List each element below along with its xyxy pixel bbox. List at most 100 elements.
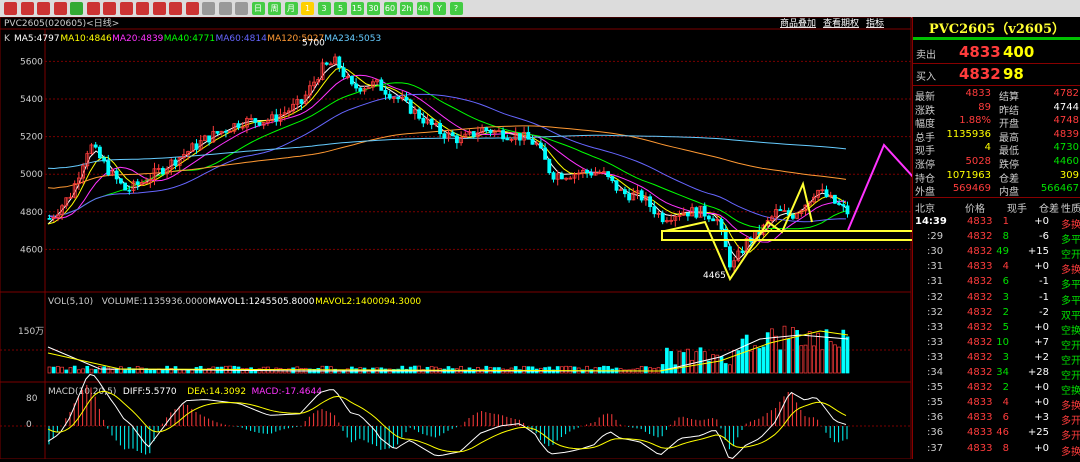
period-30m-button[interactable]: 30 <box>367 2 380 15</box>
stat-row: 外盘 569469 内盘 566467 <box>913 182 1080 198</box>
volume-bar <box>161 369 165 374</box>
top-links[interactable]: 商品叠加 查看期权 指标 <box>780 17 884 29</box>
candle-body <box>694 207 699 218</box>
volume-bar <box>64 369 69 374</box>
tick-nature: 多平 <box>1061 235 1080 247</box>
volume-bar <box>102 366 106 374</box>
period-label: 30 <box>368 4 379 13</box>
zoom-out-icon[interactable] <box>103 2 116 15</box>
tick-volume: 1 <box>1002 216 1009 227</box>
tick-oi-change: +0 <box>1034 397 1049 409</box>
kline-icon[interactable] <box>235 2 248 15</box>
tick-row[interactable]: :33 4832 5 +0 空换 <box>913 321 1080 337</box>
candle-body <box>324 62 329 65</box>
tick-row[interactable]: :36 4833 6 +3 多开 <box>913 411 1080 427</box>
tick-volume: 3 <box>1002 291 1009 303</box>
tick-row[interactable]: :32 4832 2 -2 双平 <box>913 306 1080 322</box>
ma-legend-item: MA60:4814 <box>216 34 268 44</box>
kline-chart-area[interactable]: PVC2605(020605)<日线> K MA5:4797 MA10:4846 M… <box>0 16 961 460</box>
home-icon[interactable] <box>4 2 17 15</box>
candle-body <box>194 143 199 150</box>
macd-tick-label: 0 <box>26 420 32 430</box>
period-label: 3 <box>321 4 327 13</box>
stat-value: 4839 <box>1053 128 1079 140</box>
period-label: Y <box>437 4 442 13</box>
volume-bar <box>484 365 489 374</box>
tick-row[interactable]: :37 4833 8 +0 多换 <box>913 442 1080 458</box>
period-4h-button[interactable]: 4h <box>416 2 430 15</box>
candle-body <box>505 138 510 141</box>
tick-volume: 6 <box>1002 412 1009 424</box>
tick-nature: 多开 <box>1061 431 1080 443</box>
tick-time: :36 <box>927 412 944 424</box>
tick-oi-change: -1 <box>1039 276 1049 288</box>
candle-body <box>639 190 644 201</box>
zoom-in-icon[interactable] <box>86 2 100 15</box>
pen-icon[interactable] <box>119 2 133 15</box>
tick-row[interactable]: :33 4832 10 +7 空开 <box>913 336 1080 352</box>
ruler-icon[interactable] <box>152 2 166 15</box>
tick-row[interactable]: :31 4833 4 +0 多换 <box>913 260 1080 276</box>
ma-legend-item: MA234:5053 <box>324 34 381 44</box>
tick-row[interactable]: :33 4832 3 +2 空开 <box>913 351 1080 367</box>
tick-time: :34 <box>927 367 944 378</box>
tick-row[interactable]: :35 4833 4 +0 多换 <box>913 396 1080 412</box>
period-month-button[interactable]: 月 <box>284 2 298 15</box>
tick-row[interactable]: :35 4832 2 +0 空换 <box>913 381 1080 397</box>
tick-row[interactable]: 14:39 4833 1 +0 多换 <box>913 215 1080 231</box>
ruler2-icon[interactable] <box>185 2 199 15</box>
tick-volume: 2 <box>1002 306 1009 318</box>
candle-body <box>547 158 552 174</box>
tick-nature: 空开 <box>1061 340 1080 352</box>
period-week-button[interactable]: 周 <box>268 2 281 15</box>
tick-price: 4832 <box>967 246 993 258</box>
tick-header-volume: 现手 <box>1007 204 1027 215</box>
period-day-button[interactable]: 日 <box>251 2 265 15</box>
refresh-icon[interactable] <box>70 2 83 15</box>
tick-row[interactable]: :29 4832 8 -6 多平 <box>913 230 1080 246</box>
period-1m-button[interactable]: 1 <box>301 2 314 15</box>
tick-row[interactable]: :31 4832 6 -1 多平 <box>913 275 1080 291</box>
candle-body <box>379 79 384 91</box>
tick-oi-change: +0 <box>1034 216 1049 227</box>
vol-header: VOL(5,10) VOLUME:1135936.0000 MAVOL1:12455… <box>48 297 421 307</box>
tick-time: :32 <box>927 291 944 303</box>
candle-body <box>719 219 724 230</box>
candle-body <box>215 131 220 134</box>
price-tick-label: 5000 <box>20 170 43 180</box>
tick-header: 北京 价格 现手 仓差 性质 <box>913 199 1080 215</box>
top-link[interactable]: 商品叠加 <box>780 17 816 29</box>
filter-icon[interactable] <box>169 2 182 15</box>
f10-icon[interactable] <box>53 2 67 15</box>
period-60m-button[interactable]: 60 <box>383 2 397 15</box>
tick-row[interactable]: :34 4832 34 +28 空开 <box>913 366 1080 382</box>
tick-row[interactable]: :36 4833 46 +25 多开 <box>913 426 1080 442</box>
tick-time: :35 <box>927 397 944 409</box>
top-link[interactable]: 查看期权 <box>823 17 859 29</box>
tick-oi-change: -6 <box>1039 231 1049 243</box>
tick-oi-change: +0 <box>1034 261 1049 273</box>
tick-volume: 5 <box>1002 321 1009 333</box>
forward-icon[interactable] <box>37 2 50 15</box>
period-5m-button[interactable]: 5 <box>334 2 347 15</box>
volume-bar <box>698 347 703 374</box>
period-15m-button[interactable]: 15 <box>350 2 364 15</box>
tick-row[interactable]: :32 4832 3 -1 多平 <box>913 291 1080 307</box>
period-2h-button[interactable]: 2h <box>400 2 413 15</box>
tick-price: 4832 <box>967 291 993 303</box>
back-icon[interactable] <box>20 2 34 15</box>
candle-body <box>47 217 52 220</box>
tick-row[interactable]: :30 4832 49 +15 空开 <box>913 245 1080 261</box>
buy-volume: 98 <box>1003 65 1024 83</box>
period-y-button[interactable]: Y <box>433 2 446 15</box>
ma-legend-item: MA5:4797 <box>14 34 60 44</box>
list-icon[interactable] <box>218 2 232 15</box>
table-icon[interactable] <box>202 2 215 15</box>
draw-icon[interactable] <box>136 2 149 15</box>
period-custom-button[interactable]: ? <box>449 2 463 15</box>
stat-value: 1.88% <box>959 115 991 127</box>
tick-volume: 8 <box>1002 231 1009 243</box>
kline-chart-svg[interactable]: PVC2605(020605)<日线> K MA5:4797 MA10:4846 M… <box>0 16 961 460</box>
top-link[interactable]: 指标 <box>866 17 884 29</box>
period-3m-button[interactable]: 3 <box>317 2 331 15</box>
